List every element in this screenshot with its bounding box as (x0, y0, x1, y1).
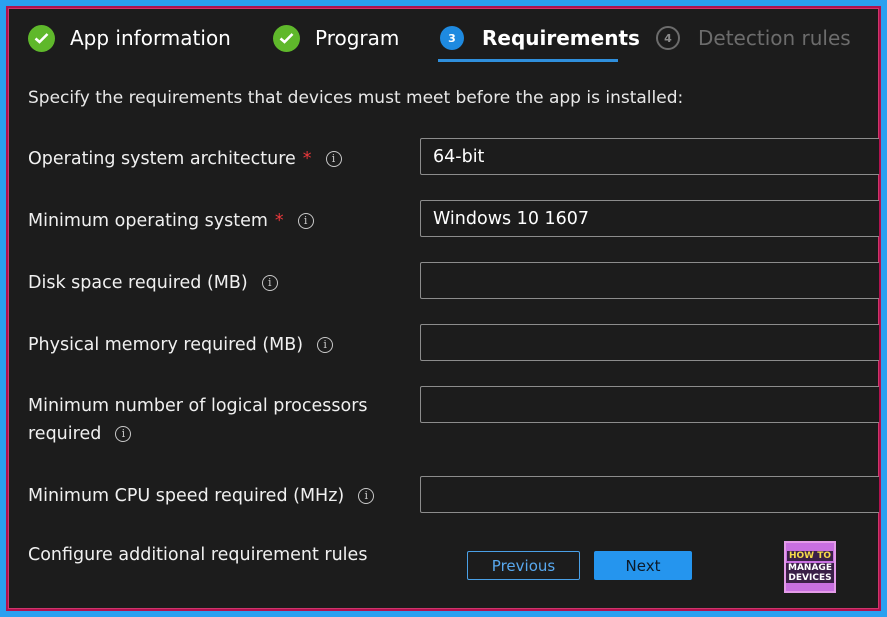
field-label-text: required (28, 424, 102, 444)
cpu-speed-input[interactable] (420, 476, 879, 513)
logo-text-line: DEVICES (786, 573, 834, 583)
logo-text-line: MANAGE (786, 563, 834, 573)
step-label: Program (315, 26, 400, 50)
howto-manage-devices-logo: HOW TO MANAGE DEVICES (784, 541, 836, 593)
step-label: Detection rules (698, 26, 851, 50)
step-requirements[interactable]: 3 Requirements (440, 18, 640, 58)
info-icon[interactable]: i (297, 213, 314, 229)
os-architecture-label: Operating system architecture * i (28, 145, 342, 173)
physical-memory-label: Physical memory required (MB) i (28, 331, 334, 359)
minimum-os-label: Minimum operating system * i (28, 207, 314, 235)
checkmark-icon (273, 24, 300, 52)
field-label-text: Minimum number of logical processors (28, 396, 368, 416)
step-label: App information (70, 26, 231, 50)
wizard-panel: App information Program 3 Requirements 4… (6, 6, 881, 611)
info-icon[interactable]: i (358, 488, 375, 504)
step-number-badge: 4 (656, 26, 680, 50)
next-button[interactable]: Next (594, 551, 692, 580)
cpu-speed-label: Minimum CPU speed required (MHz) i (28, 482, 375, 510)
required-marker: * (274, 211, 284, 231)
field-label-text: Disk space required (MB) (28, 273, 248, 293)
info-icon[interactable]: i (325, 151, 342, 167)
intro-text: Specify the requirements that devices mu… (28, 88, 684, 108)
logical-processors-label: Minimum number of logical processors req… (28, 392, 368, 448)
step-label: Requirements (482, 26, 640, 50)
logo-text-line: HOW TO (786, 551, 834, 561)
step-program[interactable]: Program (273, 18, 399, 58)
disk-space-label: Disk space required (MB) i (28, 269, 278, 297)
info-icon[interactable]: i (115, 426, 132, 442)
info-icon[interactable]: i (317, 337, 334, 353)
os-architecture-field[interactable]: 64-bit (420, 138, 879, 175)
field-label-text: Physical memory required (MB) (28, 335, 304, 355)
field-label-text: Minimum operating system (28, 211, 268, 231)
required-marker: * (302, 149, 312, 169)
step-number-badge: 3 (440, 26, 464, 50)
minimum-os-field[interactable]: Windows 10 1607 (420, 200, 879, 237)
info-icon[interactable]: i (261, 275, 278, 291)
step-detection-rules[interactable]: 4 Detection rules (656, 18, 851, 58)
disk-space-input[interactable] (420, 262, 879, 299)
logical-processors-input[interactable] (420, 386, 879, 423)
checkmark-icon (28, 24, 55, 52)
wizard-steps: App information Program 3 Requirements 4… (8, 8, 879, 70)
additional-rules-heading: Configure additional requirement rules (28, 545, 368, 565)
step-app-information[interactable]: App information (28, 18, 231, 58)
active-tab-indicator (438, 59, 618, 62)
physical-memory-input[interactable] (420, 324, 879, 361)
field-label-text: Operating system architecture (28, 149, 296, 169)
field-label-text: Minimum CPU speed required (MHz) (28, 486, 345, 506)
previous-button[interactable]: Previous (467, 551, 580, 580)
